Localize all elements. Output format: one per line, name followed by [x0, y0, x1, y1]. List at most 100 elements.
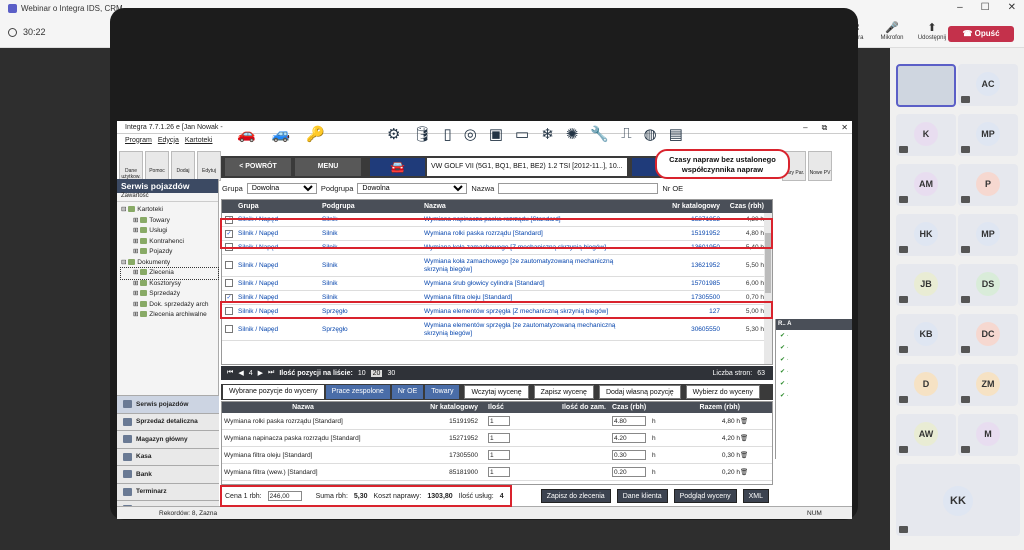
sidebar-section[interactable]: Sprzedaż detaliczna: [117, 412, 219, 430]
participant-tile[interactable]: M: [958, 414, 1018, 456]
row-checkbox[interactable]: ✓: [225, 293, 233, 302]
suspension-icon[interactable]: ⎍: [621, 125, 632, 143]
grid-row[interactable]: Silnik / Napęd Silnik Wymiana śrub głowicy…: [222, 277, 772, 291]
tree-item[interactable]: ⊟ Dokumenty: [121, 258, 218, 269]
estimate-row[interactable]: Wymiana rolki paska rozrządu [Standard] 1…: [222, 413, 772, 430]
participant-tile[interactable]: K: [896, 114, 956, 156]
oil-icon[interactable]: 🛢: [412, 125, 431, 143]
minimize-icon[interactable]: –: [803, 121, 807, 134]
presenter-video[interactable]: [896, 64, 956, 107]
grid-row[interactable]: ✓ Silnik / Napęd Silnik Wymiana napinacza p…: [222, 213, 772, 227]
row-checkbox[interactable]: [225, 260, 233, 269]
row-checkbox[interactable]: [225, 324, 233, 333]
ilosc-input[interactable]: 1: [488, 433, 510, 443]
last-page-icon[interactable]: ⏭: [268, 369, 274, 377]
czas-input[interactable]: 4.80: [612, 416, 646, 426]
first-page-icon[interactable]: ⏮: [227, 369, 233, 377]
participant-tile[interactable]: AM: [896, 164, 956, 206]
filter-icon[interactable]: ▯: [444, 125, 452, 143]
preview-estimate-button[interactable]: Podgląd wyceny: [673, 489, 737, 503]
trash-icon[interactable]: 🗑: [740, 417, 748, 425]
sidebar-section[interactable]: Terminarz: [117, 482, 219, 500]
czas-input[interactable]: 0.30: [612, 450, 646, 460]
tab-towary[interactable]: Towary: [425, 385, 460, 399]
participant-tile[interactable]: HK: [896, 214, 956, 256]
menu-edycja[interactable]: Edycja: [158, 137, 179, 144]
trash-icon[interactable]: 🗑: [740, 468, 748, 476]
podgrupa-select[interactable]: Dowolna: [357, 182, 468, 194]
trash-icon[interactable]: 🗑: [740, 434, 748, 442]
edit-button[interactable]: Edytuj: [197, 151, 221, 181]
grid-row[interactable]: Silnik / Napęd Sprzęgło Wymiana elementów …: [222, 305, 772, 319]
client-data-button[interactable]: Dane klienta: [616, 489, 668, 503]
row-checkbox[interactable]: ✓: [225, 229, 233, 238]
minimize-icon[interactable]: –: [957, 2, 963, 13]
grid-row[interactable]: Silnik / Napęd Silnik Wymiana koła zamacho…: [222, 255, 772, 277]
load-estimate-button[interactable]: Wczytaj wycenę: [464, 385, 529, 399]
tree-item[interactable]: ⊟ Kartoteki: [121, 205, 218, 216]
add-button[interactable]: Dodaj: [171, 151, 195, 181]
battery-icon[interactable]: ▭: [515, 125, 529, 143]
close-icon[interactable]: ✕: [1008, 2, 1016, 13]
add-own-item-button[interactable]: Dodaj własną pozycję: [598, 385, 681, 399]
sidebar-section[interactable]: Magazyn główny: [117, 430, 219, 448]
tree-item[interactable]: ⊞ Towary: [121, 216, 218, 227]
tree-item[interactable]: ⊞ Sprzedaży: [121, 289, 218, 300]
participant-tile[interactable]: MP: [958, 114, 1018, 156]
next-page-icon[interactable]: ▶: [258, 369, 263, 377]
nazwa-input[interactable]: [498, 182, 659, 194]
seat-icon[interactable]: ▤: [669, 125, 683, 143]
grid-row[interactable]: ✓ Silnik / Napęd Silnik Wymiana rolki paska…: [222, 227, 772, 241]
grupa-select[interactable]: Dowolna: [246, 182, 317, 194]
save-to-order-button[interactable]: Zapisz do zlecenia: [540, 489, 611, 503]
new-pv-button[interactable]: Nowe PV: [808, 151, 832, 181]
help-button[interactable]: Pomoc: [145, 151, 169, 181]
participant-tile[interactable]: DC: [958, 314, 1018, 356]
tree-item[interactable]: ⊞ Kontrahenci: [121, 237, 218, 248]
car-front-icon[interactable]: 🚙: [272, 125, 291, 143]
row-checkbox[interactable]: [225, 306, 233, 315]
row-checkbox[interactable]: [225, 242, 233, 251]
back-button[interactable]: < POWRÓT: [225, 158, 291, 176]
tire-icon[interactable]: ◍: [644, 125, 657, 143]
participant-tile[interactable]: P: [958, 164, 1018, 206]
menu-program[interactable]: Program: [125, 137, 152, 144]
grid-row[interactable]: Silnik / Napęd Silnik Wymiana koła zamacho…: [222, 241, 772, 255]
per-page-10[interactable]: 10: [358, 370, 366, 377]
tree-item[interactable]: ⊞ Zlecenia archiwalne: [121, 310, 218, 321]
participant-tile[interactable]: JB: [896, 264, 956, 306]
gear-icon[interactable]: ⚙: [387, 125, 400, 143]
participant-tile[interactable]: ZM: [958, 364, 1018, 406]
ilosc-input[interactable]: 1: [488, 416, 510, 426]
participant-tile[interactable]: D: [896, 364, 956, 406]
participant-tile[interactable]: AW: [896, 414, 956, 456]
grid-header-podgrupa[interactable]: Podgrupa: [322, 203, 424, 210]
participant-tile[interactable]: DS: [958, 264, 1018, 306]
grid-row[interactable]: Silnik / Napęd Sprzęgło Wymiana elementów …: [222, 319, 772, 341]
brake-icon[interactable]: ◎: [464, 125, 477, 143]
estimate-row[interactable]: Wymiana filtra oleju [Standard] 17305500 1…: [222, 447, 772, 464]
menu-button[interactable]: MENU: [295, 158, 361, 176]
grid-row[interactable]: ✓ Silnik / Napęd Silnik Wymiana filtra olej…: [222, 291, 772, 305]
tree-item[interactable]: ⊞ Zlecenia: [120, 267, 219, 280]
tab-nr-oe[interactable]: Nr OE: [391, 385, 424, 399]
czas-input[interactable]: 0.20: [612, 467, 646, 477]
engine-icon[interactable]: ▣: [489, 125, 503, 143]
participant-tile[interactable]: AC: [958, 64, 1018, 106]
car-key-icon[interactable]: 🔑: [306, 125, 325, 143]
czas-input[interactable]: 4.20: [612, 433, 646, 443]
grid-header-grupa[interactable]: Grupa: [236, 203, 322, 210]
tree-item[interactable]: ⊞ Dok. sprzedaży arch: [121, 300, 218, 311]
grid-scroll-thumb[interactable]: [765, 233, 771, 293]
menu-kartoteki[interactable]: Kartoteki: [185, 137, 213, 144]
grid-scrollbar[interactable]: [764, 213, 772, 364]
leave-button[interactable]: ☎ Opuść: [948, 26, 1014, 42]
sidebar-section[interactable]: Bank: [117, 465, 219, 483]
save-estimate-button[interactable]: Zapisz wycenę: [533, 385, 594, 399]
tree-item[interactable]: ⊞ Usługi: [121, 226, 218, 237]
close-icon[interactable]: ✕: [841, 121, 848, 134]
tree-item[interactable]: ⊞ Pojazdy: [121, 247, 218, 258]
sidebar-section[interactable]: Kasa: [117, 447, 219, 465]
per-page-30[interactable]: 30: [387, 370, 395, 377]
sidebar-section[interactable]: Serwis pojazdów: [117, 395, 219, 413]
